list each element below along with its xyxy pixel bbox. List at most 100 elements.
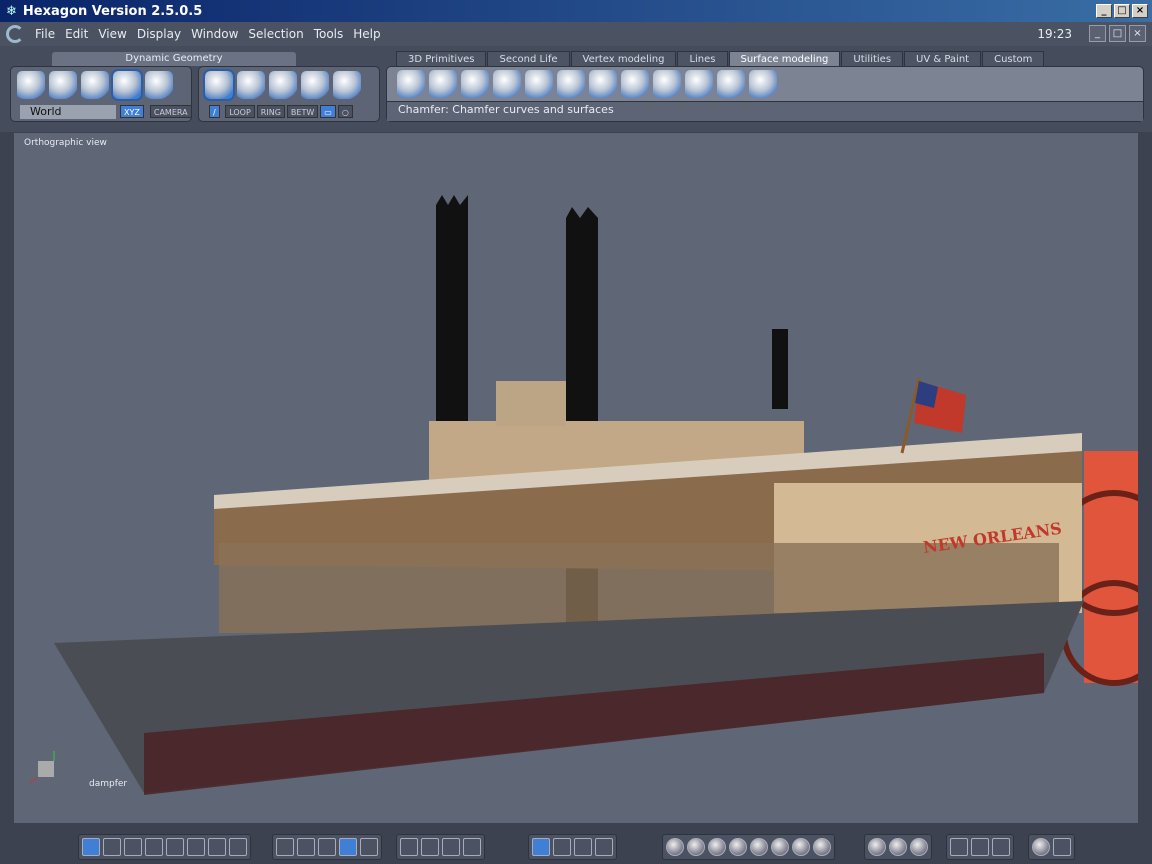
scale-tool-icon[interactable]: [81, 71, 109, 99]
fillet-icon[interactable]: [653, 70, 681, 98]
menu-display[interactable]: Display: [132, 27, 186, 41]
smooth-shade-icon[interactable]: [750, 838, 768, 856]
pan-icon[interactable]: [421, 838, 439, 856]
zoom-extents-icon[interactable]: [400, 838, 418, 856]
camera-toggle[interactable]: CAMERA: [149, 105, 192, 118]
rotate-view-icon[interactable]: [553, 838, 571, 856]
clock: 19:23: [1037, 27, 1072, 41]
dolly-icon[interactable]: [595, 838, 613, 856]
zoom-icon[interactable]: [442, 838, 460, 856]
universal-manipulator-icon[interactable]: [111, 69, 143, 101]
skin-icon[interactable]: [557, 70, 585, 98]
layout-3c-icon[interactable]: [166, 838, 184, 856]
display-group: [946, 834, 1014, 860]
tab-utilities[interactable]: Utilities: [841, 51, 904, 66]
menu-help[interactable]: Help: [348, 27, 385, 41]
revolve-icon[interactable]: [429, 70, 457, 98]
extrude-surface-icon[interactable]: [397, 70, 425, 98]
orbit-icon[interactable]: [463, 838, 481, 856]
paint-select-icon[interactable]: /: [209, 105, 220, 118]
menu-edit[interactable]: Edit: [60, 27, 93, 41]
hexagon-logo-icon[interactable]: [6, 25, 24, 43]
loft-icon[interactable]: [461, 70, 489, 98]
menu-window[interactable]: Window: [186, 27, 243, 41]
wireframe-icon[interactable]: [666, 838, 684, 856]
app-icon: ❄: [6, 3, 17, 19]
menu-view[interactable]: View: [93, 27, 131, 41]
menu-selection[interactable]: Selection: [243, 27, 308, 41]
camera-axes-icon[interactable]: [532, 838, 550, 856]
minimize-button[interactable]: _: [1096, 4, 1112, 18]
flat-wire-icon[interactable]: [729, 838, 747, 856]
sweep-icon[interactable]: [493, 70, 521, 98]
lasso-select-icon[interactable]: ○: [337, 105, 353, 118]
layout-3a-icon[interactable]: [124, 838, 142, 856]
coord-space-select[interactable]: World: [20, 105, 116, 119]
texture-icon[interactable]: [792, 838, 810, 856]
light-default-icon[interactable]: [868, 838, 886, 856]
small-chimney: [772, 329, 788, 409]
loop-button[interactable]: LOOP: [225, 105, 255, 118]
maximize-button[interactable]: □: [1114, 4, 1130, 18]
coons-surface-icon[interactable]: [525, 70, 553, 98]
app-close-button[interactable]: ×: [1129, 25, 1146, 42]
cage-icon[interactable]: [749, 70, 777, 98]
menu-file[interactable]: File: [30, 27, 60, 41]
select-edge-icon[interactable]: [269, 71, 297, 99]
smooth-wire-icon[interactable]: [771, 838, 789, 856]
grid-floor-icon[interactable]: [339, 838, 357, 856]
tab-lines[interactable]: Lines: [677, 51, 728, 66]
chamfer-icon[interactable]: [621, 70, 649, 98]
tab-custom[interactable]: Custom: [982, 51, 1045, 66]
layout-3b-icon[interactable]: [145, 838, 163, 856]
select-face-icon[interactable]: [237, 71, 265, 99]
layout-vertical-icon[interactable]: [229, 838, 247, 856]
shell-icon[interactable]: [589, 70, 617, 98]
grid-red-icon[interactable]: [318, 838, 336, 856]
tab-vertex-modeling[interactable]: Vertex modeling: [570, 51, 677, 66]
dynamic-geometry-title[interactable]: Dynamic Geometry: [52, 52, 296, 66]
tab-surface-modeling[interactable]: Surface modeling: [728, 51, 841, 66]
app-minimize-button[interactable]: _: [1089, 25, 1106, 42]
pan-view-icon[interactable]: [574, 838, 592, 856]
ruler-icon[interactable]: [971, 838, 989, 856]
ghost-icon[interactable]: [145, 71, 173, 99]
move-tool-icon[interactable]: [17, 71, 45, 99]
layout-3d-icon[interactable]: [187, 838, 205, 856]
camera-snapshot-icon[interactable]: [1053, 838, 1071, 856]
selection-panel: / LOOP RING BETW ▭ ○: [198, 66, 380, 122]
ring-button[interactable]: RING: [256, 105, 285, 118]
bottom-toolbar: [0, 826, 1152, 864]
tab-3d-primitives[interactable]: 3D Primitives: [396, 51, 487, 66]
wire-hidden-icon[interactable]: [687, 838, 705, 856]
render-icon[interactable]: [1032, 838, 1050, 856]
select-vertex-icon[interactable]: [301, 71, 329, 99]
betw-button[interactable]: BETW: [286, 105, 319, 118]
menu-tools[interactable]: Tools: [309, 27, 349, 41]
grid-icon[interactable]: [276, 838, 294, 856]
window-title: Hexagon Version 2.5.0.5: [22, 3, 203, 19]
rotate-tool-icon[interactable]: [49, 71, 77, 99]
tab-second-life[interactable]: Second Life: [487, 51, 570, 66]
xyz-toggle[interactable]: XYZ: [120, 105, 144, 118]
stairs-icon[interactable]: [685, 70, 713, 98]
3d-viewport[interactable]: Orthographic view NEW ORLEANS dampfer: [14, 133, 1138, 823]
layout-quad-icon[interactable]: [103, 838, 121, 856]
select-object-icon[interactable]: [203, 69, 235, 101]
light-scene-icon[interactable]: [889, 838, 907, 856]
close-button[interactable]: ×: [1132, 4, 1148, 18]
texture-light-icon[interactable]: [813, 838, 831, 856]
backface-icon[interactable]: [950, 838, 968, 856]
select-auto-icon[interactable]: [333, 71, 361, 99]
flat-shade-icon[interactable]: [708, 838, 726, 856]
light-multi-icon[interactable]: [910, 838, 928, 856]
bevel-icon[interactable]: [717, 70, 745, 98]
layout-horizontal-icon[interactable]: [208, 838, 226, 856]
magnet-icon[interactable]: [297, 838, 315, 856]
book-icon[interactable]: [992, 838, 1010, 856]
grid-green-icon[interactable]: [360, 838, 378, 856]
tab-uv-paint[interactable]: UV & Paint: [904, 51, 982, 66]
rect-select-icon[interactable]: ▭: [320, 105, 336, 118]
app-maximize-button[interactable]: □: [1109, 25, 1126, 42]
layout-single-icon[interactable]: [82, 838, 100, 856]
